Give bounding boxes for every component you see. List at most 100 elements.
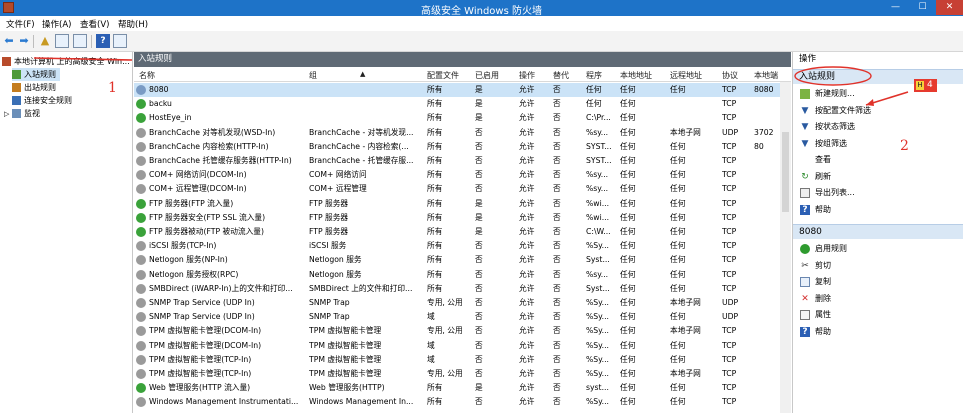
- action-item[interactable]: 导出列表...: [793, 186, 963, 200]
- show-tree-icon[interactable]: [55, 34, 69, 48]
- rule-disabled-icon: [136, 283, 146, 294]
- column-header-group[interactable]: 组: [309, 70, 317, 81]
- rule-cell-name: SMBDirect (iWARP-In)上的文件和打印...: [149, 283, 293, 293]
- rule-cell-remote: 任何: [670, 312, 686, 322]
- column-header-local-address[interactable]: 本地地址: [620, 70, 652, 81]
- rule-row[interactable]: Netlogon 服务(NP-In) Netlogon 服务 所有 否 允许 否 Syst.…: [134, 253, 791, 267]
- rule-row[interactable]: Netlogon 服务授权(RPC) Netlogon 服务 所有 否 允许 否 %sy..…: [134, 268, 791, 282]
- action-item[interactable]: 属性: [793, 308, 963, 322]
- tree-item-outbound-rules[interactable]: 出站规则: [12, 81, 56, 94]
- filter-icon: ▼: [801, 138, 809, 149]
- column-header-enabled[interactable]: 已启用: [475, 70, 499, 81]
- action-item[interactable]: ? 帮助: [793, 203, 963, 217]
- rule-cell-local: 任何: [620, 369, 636, 378]
- rule-row[interactable]: SNMP Trap Service (UDP In) SNMP Trap 域 否 允许 否…: [134, 310, 791, 324]
- rule-cell-remote: 任何: [670, 397, 686, 407]
- scrollbar-thumb[interactable]: [782, 132, 789, 212]
- rule-enabled-icon: [136, 212, 146, 223]
- rule-row[interactable]: TPM 虚拟智能卡管理(DCOM-In) TPM 虚拟智能卡管理 域 否 允许 否 %Sy.…: [134, 339, 791, 353]
- rule-row[interactable]: SMBDirect (iWARP-In)上的文件和打印... SMBDirect …: [134, 282, 791, 296]
- column-header-profile[interactable]: 配置文件: [427, 70, 459, 81]
- column-header-local-port[interactable]: 本地端: [754, 70, 778, 81]
- menu-view[interactable]: 查看(V): [80, 18, 109, 30]
- menu-help[interactable]: 帮助(H): [118, 18, 148, 30]
- rule-cell-profile: 所有: [427, 255, 443, 265]
- rule-row[interactable]: Windows Management Instrumentati... Windo…: [134, 395, 791, 409]
- rule-cell-name: FTP 服务器(FTP 流入量): [149, 198, 234, 208]
- action-item[interactable]: ? 帮助: [793, 325, 963, 339]
- close-button[interactable]: ✕: [936, 0, 963, 15]
- column-header-action[interactable]: 操作: [519, 70, 535, 81]
- maximize-button[interactable]: ☐: [909, 0, 936, 15]
- action-item[interactable]: ▼ 按配置文件筛选: [793, 104, 963, 118]
- rule-cell-enabled: 否: [475, 255, 483, 265]
- export-list-icon[interactable]: [73, 34, 87, 48]
- help-icon: ?: [800, 326, 810, 337]
- rule-row[interactable]: COM+ 网络访问(DCOM-In) COM+ 网络访问 所有 否 允许 否 %sy... 任…: [134, 168, 791, 182]
- rule-row[interactable]: Web 管理服务(HTTP 流入量) Web 管理服务(HTTP) 所有 是 允许 否 sy…: [134, 381, 791, 395]
- column-header-protocol[interactable]: 协议: [722, 70, 738, 81]
- actions-section-selected-rule[interactable]: 8080: [793, 224, 963, 239]
- action-item[interactable]: ▼ 按组筛选: [793, 137, 963, 151]
- forward-arrow-icon[interactable]: ➡: [17, 34, 31, 48]
- rule-cell-action: 允许: [519, 85, 535, 94]
- rule-row[interactable]: COM+ 远程管理(DCOM-In) COM+ 远程管理 所有 否 允许 否 %sy... 任…: [134, 182, 791, 196]
- menu-action[interactable]: 操作(A): [42, 18, 71, 30]
- action-item[interactable]: 新建规则...: [793, 87, 963, 101]
- column-header-remote-address[interactable]: 远程地址: [670, 70, 702, 81]
- action-item[interactable]: ✂ 剪切: [793, 259, 963, 273]
- rule-row[interactable]: backu 所有 是 允许 否 任何 任何 TCP: [134, 97, 791, 111]
- up-folder-icon[interactable]: ▲: [38, 34, 52, 48]
- rule-row[interactable]: SNMP Trap Service (UDP In) SNMP Trap 专用, 公…: [134, 296, 791, 310]
- rule-cell-profile: 所有: [427, 141, 443, 151]
- rule-cell-name: iSCSI 服务(TCP-In): [149, 241, 217, 251]
- rule-row[interactable]: FTP 服务器(FTP 流入量) FTP 服务器 所有 是 允许 否 %wi... 任何 任何 T…: [134, 197, 791, 211]
- rule-row[interactable]: FTP 服务器安全(FTP SSL 流入量) FTP 服务器 所有 是 允许 否 %wi..…: [134, 211, 791, 225]
- column-header-program[interactable]: 程序: [586, 70, 602, 81]
- action-item[interactable]: ✕ 删除: [793, 292, 963, 306]
- rule-cell-override: 否: [553, 198, 561, 208]
- rule-row[interactable]: TPM 虚拟智能卡管理(DCOM-In) TPM 虚拟智能卡管理 专用, 公用 否 允许…: [134, 324, 791, 338]
- column-header-override[interactable]: 替代: [553, 70, 569, 81]
- minimize-button[interactable]: —: [882, 0, 909, 15]
- rule-row[interactable]: BranchCache 托管缓存服务器(HTTP-In) BranchCache …: [134, 154, 791, 168]
- rule-cell-proto: TCP: [722, 113, 737, 123]
- actions-section-inbound-rules[interactable]: 入站规则: [793, 69, 963, 84]
- expand-arrow-icon[interactable]: ▷: [4, 108, 12, 121]
- rule-row[interactable]: TPM 虚拟智能卡管理(TCP-In) TPM 虚拟智能卡管理 专用, 公用 否 允许 否…: [134, 367, 791, 381]
- rule-cell-enabled: 否: [475, 312, 483, 322]
- rule-cell-name: TPM 虚拟智能卡管理(DCOM-In): [149, 340, 262, 350]
- action-item[interactable]: ↻ 刷新: [793, 170, 963, 184]
- vertical-scrollbar[interactable]: [780, 82, 791, 413]
- tree-root[interactable]: 本地计算机 上的高级安全 Win...: [2, 55, 130, 68]
- rule-row[interactable]: BranchCache 内容检索(HTTP-In) BranchCache - 内…: [134, 140, 791, 154]
- action-item-label: 复制: [815, 277, 831, 286]
- rule-cell-enabled: 否: [475, 141, 483, 151]
- back-arrow-icon[interactable]: ⬅: [2, 34, 16, 48]
- column-header-name[interactable]: 名称: [139, 70, 155, 81]
- action-item[interactable]: 复制: [793, 275, 963, 289]
- tree-item-connection-security-rules[interactable]: 连接安全规则: [12, 94, 72, 107]
- rule-disabled-icon: [136, 170, 146, 181]
- rule-disabled-icon: [136, 127, 146, 138]
- tree-item-monitoring[interactable]: ▷ 监视: [4, 107, 40, 120]
- action-item[interactable]: 查看: [793, 153, 963, 167]
- rule-row[interactable]: BranchCache 对等机发现(WSD-In) BranchCache - 对…: [134, 126, 791, 140]
- rule-row[interactable]: iSCSI 服务(TCP-In) iSCSI 服务 所有 否 允许 否 %Sy... 任何 任何…: [134, 239, 791, 253]
- rule-cell-remote: 任何: [670, 354, 686, 364]
- show-action-pane-icon[interactable]: [113, 34, 127, 48]
- rule-cell-group: Netlogon 服务: [309, 269, 362, 279]
- action-item[interactable]: 启用规则: [793, 242, 963, 256]
- rule-row[interactable]: FTP 服务器被动(FTP 被动流入量) FTP 服务器 所有 是 允许 否 C:\W...…: [134, 225, 791, 239]
- rule-cell-name: BranchCache 内容检索(HTTP-In): [149, 141, 269, 151]
- rule-row[interactable]: TPM 虚拟智能卡管理(TCP-In) TPM 虚拟智能卡管理 域 否 允许 否 %Sy..…: [134, 353, 791, 367]
- menu-file[interactable]: 文件(F): [6, 18, 35, 30]
- tree-item-inbound-rules[interactable]: 入站规则: [12, 68, 60, 81]
- rule-cell-local: 任何: [620, 212, 636, 222]
- help-icon[interactable]: ?: [96, 34, 110, 48]
- action-item[interactable]: ▼ 按状态筛选: [793, 120, 963, 134]
- delete-icon: ✕: [801, 293, 809, 304]
- rule-row[interactable]: HostEye_in 所有 是 允许 否 C:\Pr... 任何 TCP: [134, 111, 791, 125]
- rule-row[interactable]: 8080 所有 是 允许 否 任何 任何 任何 TCP 8080: [134, 83, 791, 98]
- rule-cell-local: 任何: [620, 184, 636, 194]
